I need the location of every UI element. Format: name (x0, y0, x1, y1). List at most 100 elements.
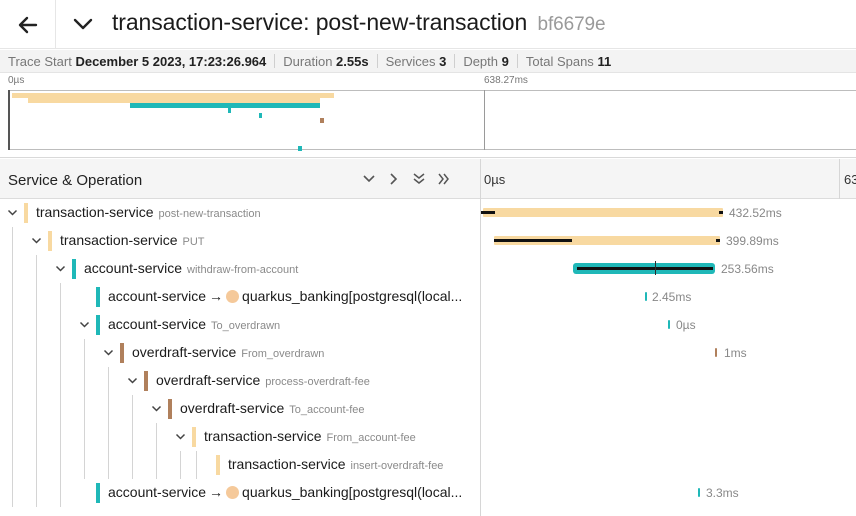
span-row[interactable]: account-service → quarkus_banking[postgres… (0, 479, 856, 507)
span-row[interactable]: overdraft-service process-overdraft-fee (0, 367, 856, 395)
operation-name: insert-overdraft-fee (350, 460, 444, 472)
span-duration: 399.89ms (726, 234, 779, 248)
chevron-down-icon[interactable] (127, 375, 138, 386)
span-timeline-cell[interactable]: 0µs (481, 311, 856, 339)
arrow-right-icon: → (209, 484, 224, 500)
chevron-down-icon[interactable] (175, 431, 186, 442)
chevron-down-icon[interactable] (7, 207, 18, 218)
span-name-cell[interactable]: transaction-service insert-overdraft-fee (0, 451, 480, 479)
tree-guide (12, 227, 13, 255)
span-name-cell[interactable]: transaction-service PUT (0, 227, 480, 255)
operation-name: PUT (182, 236, 205, 248)
span-timeline-cell[interactable]: 1ms (481, 339, 856, 367)
span-timeline-cell[interactable] (481, 367, 856, 395)
tree-guide (84, 423, 85, 451)
arrow-right-icon: → (209, 288, 224, 304)
duration: Duration 2.55s (283, 54, 368, 69)
span-name-cell[interactable]: transaction-service From_account-fee (0, 423, 480, 451)
trace-title-text: transaction-service: post-new-transactio… (112, 9, 528, 35)
tree-guide (108, 367, 109, 395)
collapse-one-button[interactable] (360, 171, 378, 187)
tree-guide (84, 395, 85, 423)
span-row[interactable]: account-service To_overdrawn 0µs (0, 311, 856, 339)
span-row[interactable]: transaction-service post-new-transaction … (0, 199, 856, 227)
operation-name: To_account-fee (289, 404, 365, 416)
span-row[interactable]: overdraft-service To_account-fee (0, 395, 856, 423)
span-label: account-service withdraw-from-account (84, 260, 298, 276)
span-timeline-cell[interactable]: 2.45ms (481, 283, 856, 311)
tree-guide (60, 311, 61, 339)
back-button[interactable] (0, 0, 56, 49)
chevron-down-icon[interactable] (103, 347, 114, 358)
expand-one-button[interactable] (385, 171, 403, 187)
span-timeline-cell[interactable]: 432.52ms (481, 199, 856, 227)
span-name-cell[interactable]: account-service → quarkus_banking[postgres… (0, 283, 480, 311)
span-name-cell[interactable]: account-service To_overdrawn (0, 311, 480, 339)
services-value: 3 (439, 53, 447, 69)
service-name: transaction-service (60, 232, 178, 248)
trace-start-label: Trace Start (8, 53, 72, 69)
span-timeline-cell[interactable]: 399.89ms (481, 227, 856, 255)
span-name-cell[interactable]: overdraft-service To_account-fee (0, 395, 480, 423)
span-row[interactable]: account-service withdraw-from-account 253… (0, 255, 856, 283)
collapse-all-button[interactable] (410, 171, 428, 187)
operation-name: process-overdraft-fee (265, 376, 370, 388)
tree-guide (36, 395, 37, 423)
minimap-left-handle[interactable] (8, 90, 10, 150)
span-name-cell[interactable]: overdraft-service process-overdraft-fee (0, 367, 480, 395)
span-row[interactable]: overdraft-service From_overdrawn 1ms (0, 339, 856, 367)
service-color-bar (96, 483, 100, 503)
span-label: overdraft-service process-overdraft-fee (156, 372, 370, 388)
total-spans: Total Spans 11 (526, 54, 611, 69)
tree-guide (12, 255, 13, 283)
timeline-tick-line (839, 159, 840, 199)
service-name: account-service (108, 316, 207, 332)
trace-title: transaction-service: post-new-transactio… (112, 9, 606, 36)
span-duration: 0µs (676, 318, 696, 332)
span-timeline-cell[interactable] (481, 423, 856, 451)
tree-guide (36, 367, 37, 395)
span-name-cell[interactable]: transaction-service post-new-transaction (0, 199, 480, 227)
tree-guide (12, 367, 13, 395)
tree-guide (60, 423, 61, 451)
tree-guide (60, 283, 61, 311)
tree-guide (12, 423, 13, 451)
chevron-down-icon[interactable] (31, 235, 42, 246)
span-label: account-service → quarkus_banking[postgres… (108, 484, 462, 500)
span-timeline-cell[interactable]: 3.3ms (481, 479, 856, 507)
service-color-bar (24, 203, 28, 223)
chevron-down-icon[interactable] (151, 403, 162, 414)
span-label: transaction-service From_account-fee (204, 428, 416, 444)
chevron-down-icon[interactable] (55, 263, 66, 274)
minimap-span (259, 113, 262, 118)
chevron-down-icon[interactable] (79, 319, 90, 330)
span-bar (645, 292, 647, 301)
expand-all-button[interactable] (435, 171, 453, 187)
operation-name: From_overdrawn (241, 348, 325, 360)
span-name-cell[interactable]: account-service → quarkus_banking[postgres… (0, 479, 480, 507)
span-timeline-cell[interactable] (481, 395, 856, 423)
span-row[interactable]: account-service → quarkus_banking[postgres… (0, 283, 856, 311)
tree-guide (180, 451, 181, 479)
divider (516, 54, 518, 68)
collapse-header-button[interactable] (72, 13, 94, 35)
tree-guide (108, 451, 109, 479)
span-row[interactable]: transaction-service PUT 399.89ms (0, 227, 856, 255)
service-color-bar (48, 231, 52, 251)
span-self-time (494, 239, 572, 242)
span-timeline-cell[interactable] (481, 451, 856, 479)
depth: Depth 9 (463, 54, 509, 69)
trace-minimap[interactable]: 0µs 638.27ms (0, 74, 856, 158)
service-name: account-service (84, 260, 183, 276)
span-name-cell[interactable]: overdraft-service From_overdrawn (0, 339, 480, 367)
minimap-canvas[interactable] (8, 90, 856, 151)
span-timeline-cell[interactable]: 253.56ms (481, 255, 856, 283)
span-self-time (481, 211, 495, 214)
span-row[interactable]: transaction-service insert-overdraft-fee (0, 451, 856, 479)
span-name-cell[interactable]: account-service withdraw-from-account (0, 255, 480, 283)
trace-start: Trace Start December 5 2023, 17:23:26.96… (8, 54, 266, 69)
span-row[interactable]: transaction-service From_account-fee (0, 423, 856, 451)
depth-label: Depth (463, 53, 499, 69)
tree-guide (36, 451, 37, 479)
trace-start-ms: .964 (240, 53, 267, 69)
